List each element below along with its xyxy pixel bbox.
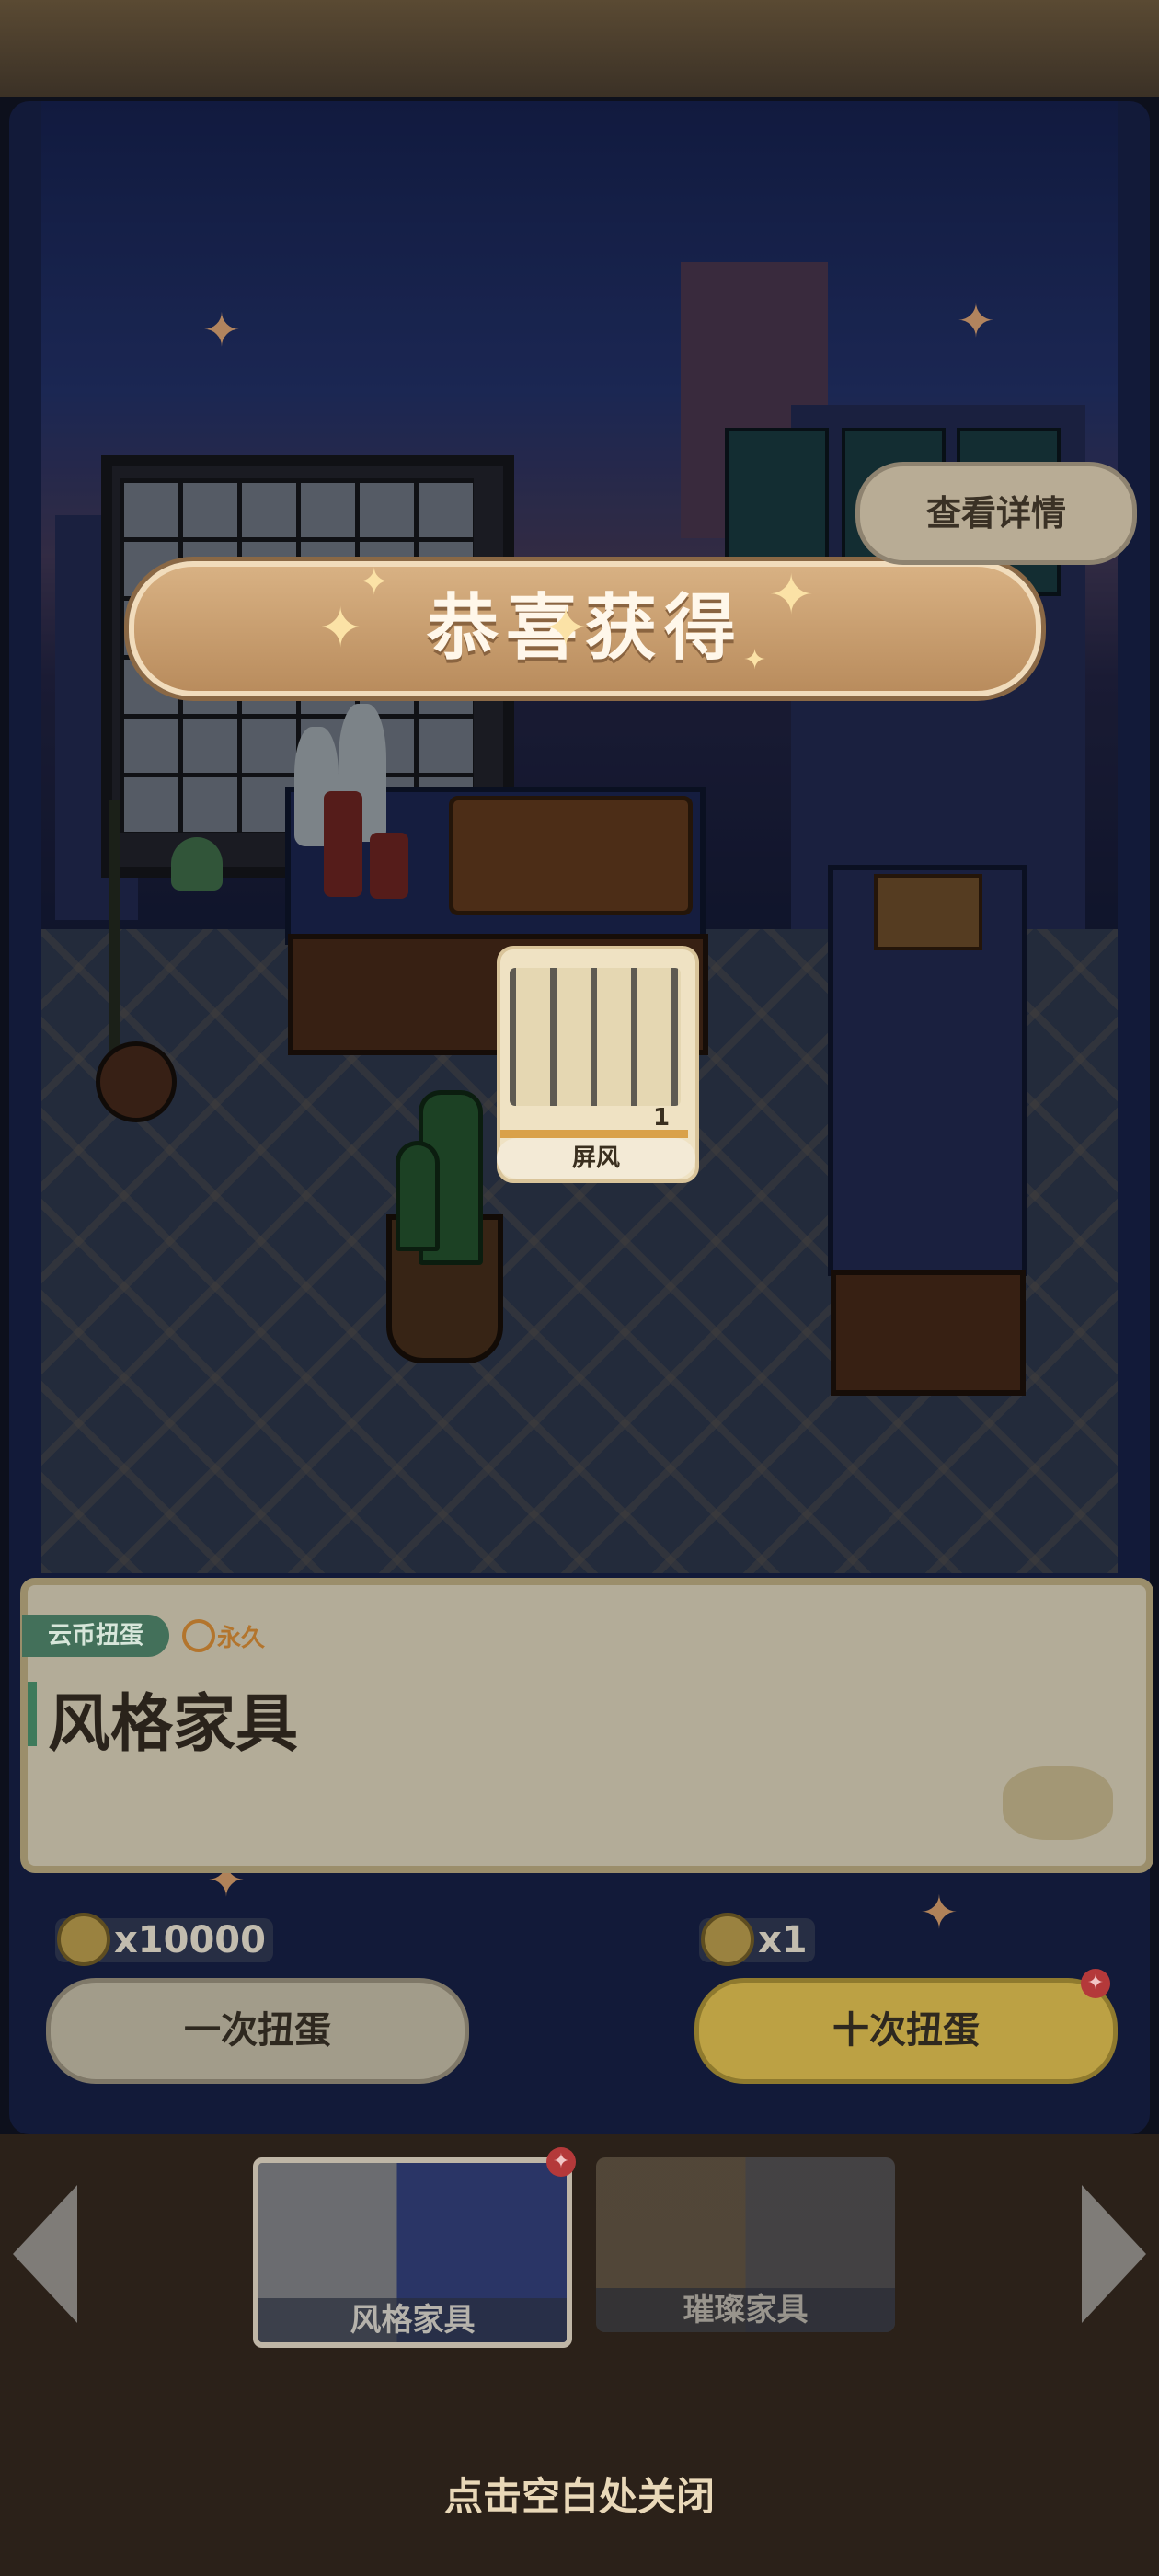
egg-icon (1003, 1766, 1113, 1840)
right-arrow-icon[interactable] (1082, 2185, 1146, 2323)
view-details-button[interactable]: 查看详情 (855, 462, 1137, 565)
notification-badge: ✦ (1081, 1969, 1110, 1998)
top-bar (0, 0, 1159, 97)
pool-title: 风格家具 (48, 1688, 299, 1761)
reward-rarity-bar (500, 1130, 688, 1138)
left-arrow-icon[interactable] (13, 2185, 77, 2323)
pool-card-label: 风格家具 (258, 2298, 567, 2342)
sparkle-icon: ✦ (202, 304, 241, 357)
pool-card-brilliant[interactable]: 璀璨家具 (596, 2157, 895, 2332)
folding-screen-image (510, 968, 681, 1106)
star-icon: ✦ (768, 563, 815, 627)
star-icon: ✦ (317, 596, 364, 661)
coin-icon (57, 1913, 110, 1966)
draw-once-button[interactable]: 一次扭蛋 (46, 1978, 469, 2084)
draw-ten-button[interactable]: 十次扭蛋 (694, 1978, 1118, 2084)
title-accent (28, 1682, 37, 1746)
sparkle-icon: ✦ (920, 1886, 958, 1939)
currency-tag: 云币扭蛋 (22, 1615, 169, 1657)
star-icon: ✦ (543, 596, 590, 661)
coin-icon (701, 1913, 754, 1966)
star-icon: ✦ (359, 561, 390, 604)
reward-name: 屏风 (497, 1138, 695, 1179)
star-icon: ✦ (743, 644, 767, 676)
reward-count: 1 (653, 1104, 671, 1132)
pool-card-style[interactable]: 风格家具 (253, 2157, 572, 2348)
close-hint[interactable]: 点击空白处关闭 (0, 2466, 1159, 2522)
timer-icon (182, 1619, 215, 1652)
pool-card-label: 璀璨家具 (596, 2288, 895, 2332)
duration-label: 永久 (217, 1625, 266, 1652)
sparkle-icon: ✦ (957, 294, 995, 348)
notification-badge: ✦ (546, 2147, 576, 2177)
